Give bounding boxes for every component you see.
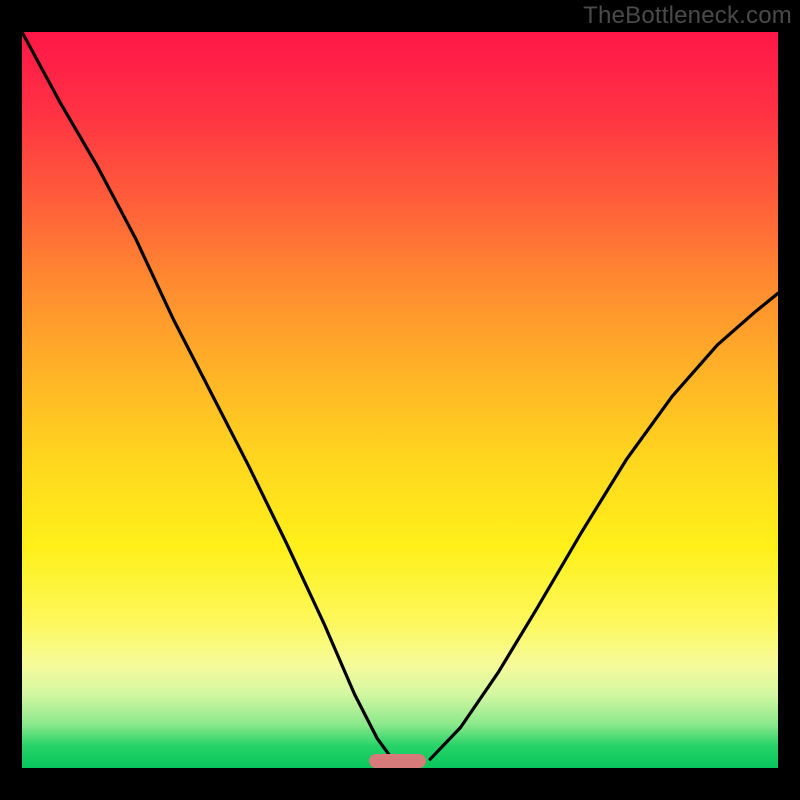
chart-frame: TheBottleneck.com [0, 0, 800, 800]
chart-curves [22, 32, 778, 768]
curve-right [430, 293, 778, 759]
watermark-text: TheBottleneck.com [583, 2, 792, 30]
optimal-marker [369, 754, 426, 768]
curve-left [22, 32, 392, 759]
